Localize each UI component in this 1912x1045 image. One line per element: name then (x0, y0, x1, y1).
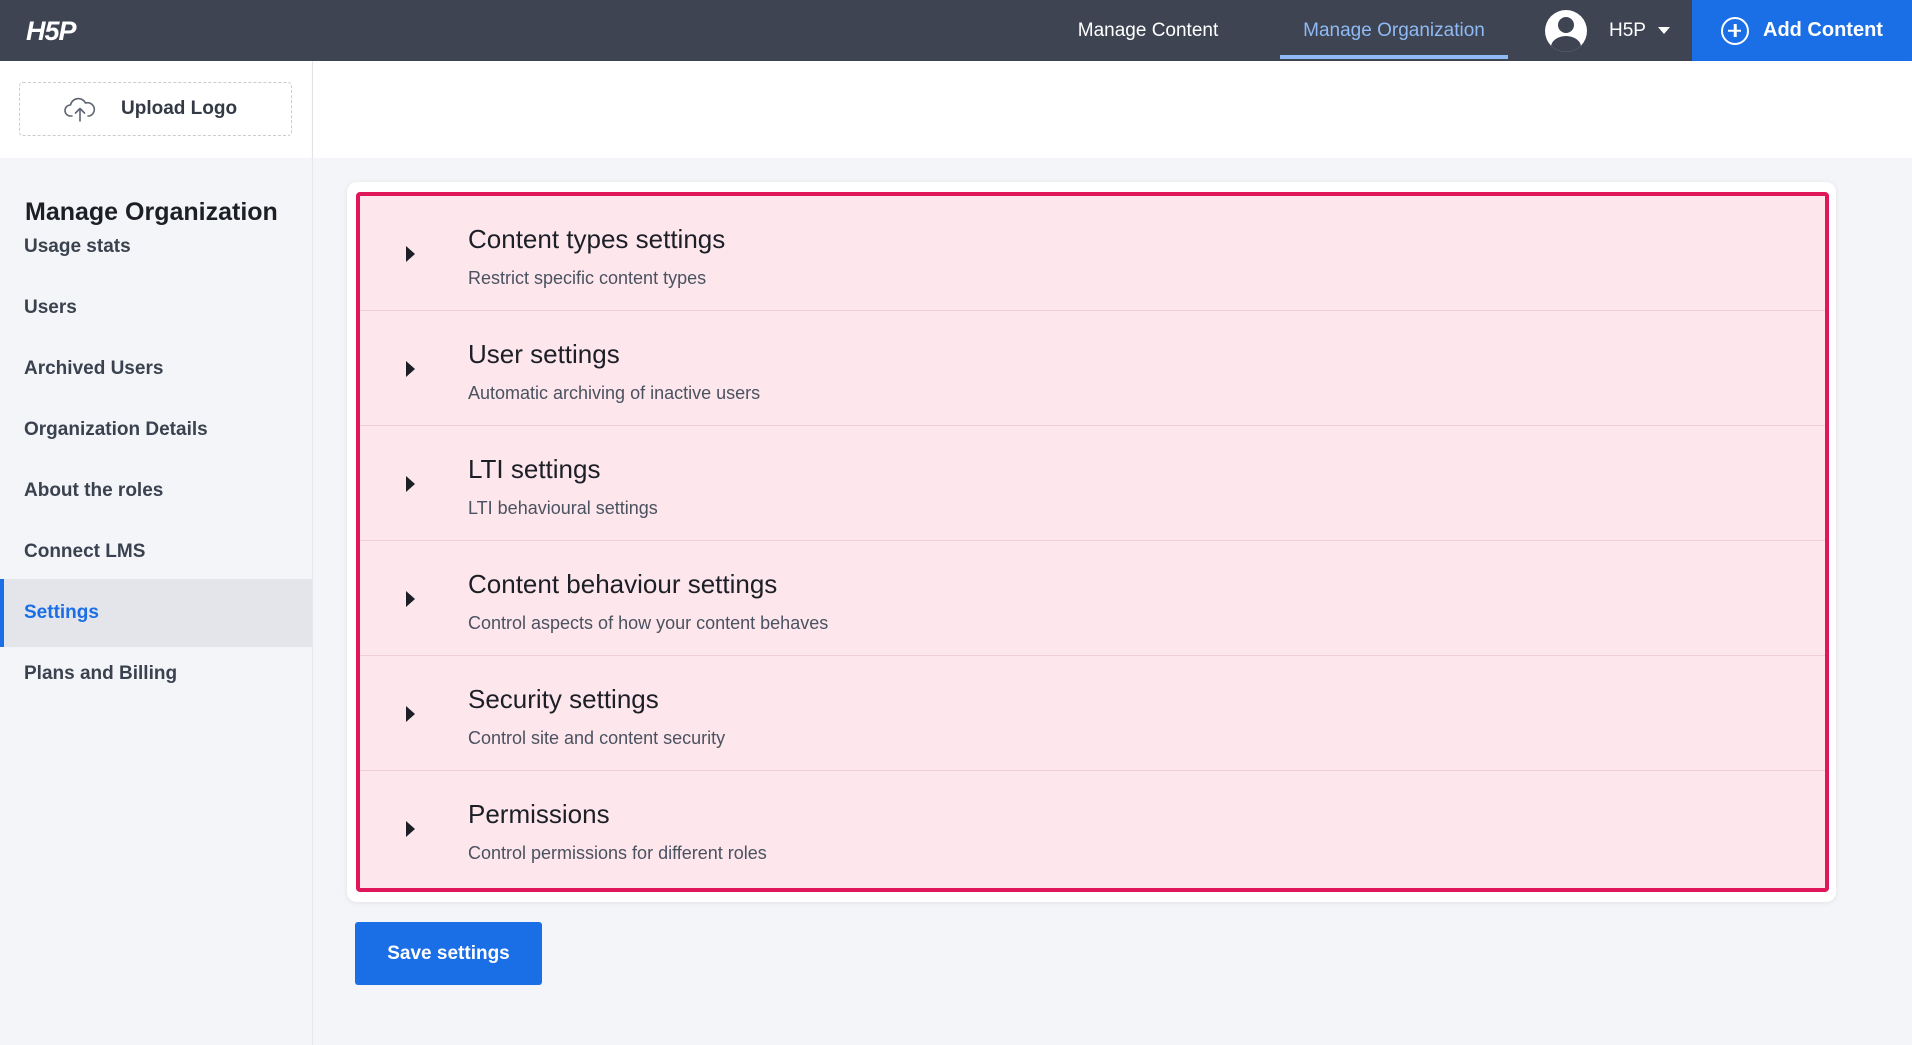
h5p-logo[interactable]: H5P (26, 15, 80, 47)
caret-right-icon (406, 591, 415, 607)
sidebar-item-settings[interactable]: Settings (0, 579, 312, 647)
settings-section-content-behaviour[interactable]: Content behaviour settings Control aspec… (360, 541, 1825, 656)
sidebar-item-usage-stats[interactable]: Usage stats (0, 213, 312, 281)
section-description: LTI behavioural settings (468, 498, 658, 518)
caret-right-icon (406, 821, 415, 837)
settings-section-security[interactable]: Security settings Control site and conte… (360, 656, 1825, 771)
chevron-down-icon (1657, 27, 1670, 34)
section-description: Control permissions for different roles (468, 843, 767, 863)
section-title: Content behaviour settings (468, 569, 778, 599)
caret-right-icon (406, 246, 415, 262)
upload-logo-label: Upload Logo (121, 98, 238, 119)
main-content: Content types settings Restrict specific… (313, 158, 1912, 1045)
section-description: Control aspects of how your content beha… (468, 613, 829, 633)
settings-section-lti[interactable]: LTI settings LTI behavioural settings (360, 426, 1825, 541)
settings-section-user[interactable]: User settings Automatic archiving of ina… (360, 311, 1825, 426)
sidebar-item-archived-users[interactable]: Archived Users (0, 335, 312, 403)
sidebar-item-users[interactable]: Users (0, 274, 312, 342)
user-name: H5P (1609, 19, 1646, 41)
section-title: User settings (468, 339, 620, 369)
settings-section-permissions[interactable]: Permissions Control permissions for diff… (360, 771, 1825, 886)
section-description: Control site and content security (468, 728, 726, 748)
section-title: Content types settings (468, 224, 726, 254)
sidebar-item-plans-and-billing[interactable]: Plans and Billing (0, 640, 312, 708)
nav-manage-content[interactable]: Manage Content (1060, 0, 1236, 61)
caret-right-icon (406, 361, 415, 377)
sidebar-item-about-the-roles[interactable]: About the roles (0, 457, 312, 525)
logo-area: Upload Logo (0, 61, 313, 158)
user-menu[interactable]: H5P (1540, 0, 1690, 61)
sidebar: Manage Organization Usage stats Users Ar… (0, 158, 313, 1045)
cloud-upload-icon (64, 97, 96, 122)
section-title: Permissions (468, 799, 610, 829)
header-strip (313, 61, 1912, 158)
settings-section-content-types[interactable]: Content types settings Restrict specific… (360, 196, 1825, 311)
nav-manage-organization[interactable]: Manage Organization (1280, 0, 1508, 61)
caret-right-icon (406, 706, 415, 722)
sidebar-item-connect-lms[interactable]: Connect LMS (0, 518, 312, 586)
user-avatar-icon (1545, 9, 1587, 52)
upload-logo-button[interactable]: Upload Logo (19, 82, 292, 136)
section-description: Automatic archiving of inactive users (468, 383, 761, 403)
top-navigation-bar: H5P Manage Content Manage Organization H… (0, 0, 1912, 61)
section-title: LTI settings (468, 454, 601, 484)
caret-right-icon (406, 476, 415, 492)
add-content-button[interactable]: Add Content (1692, 0, 1912, 61)
sidebar-item-organization-details[interactable]: Organization Details (0, 396, 312, 464)
logo-text: H5P (26, 15, 77, 46)
plus-circle-icon (1721, 16, 1749, 45)
add-content-label: Add Content (1763, 19, 1883, 41)
settings-sections-list: Content types settings Restrict specific… (356, 192, 1829, 892)
section-description: Restrict specific content types (468, 268, 707, 288)
save-settings-button[interactable]: Save settings (355, 922, 542, 985)
section-title: Security settings (468, 684, 659, 714)
